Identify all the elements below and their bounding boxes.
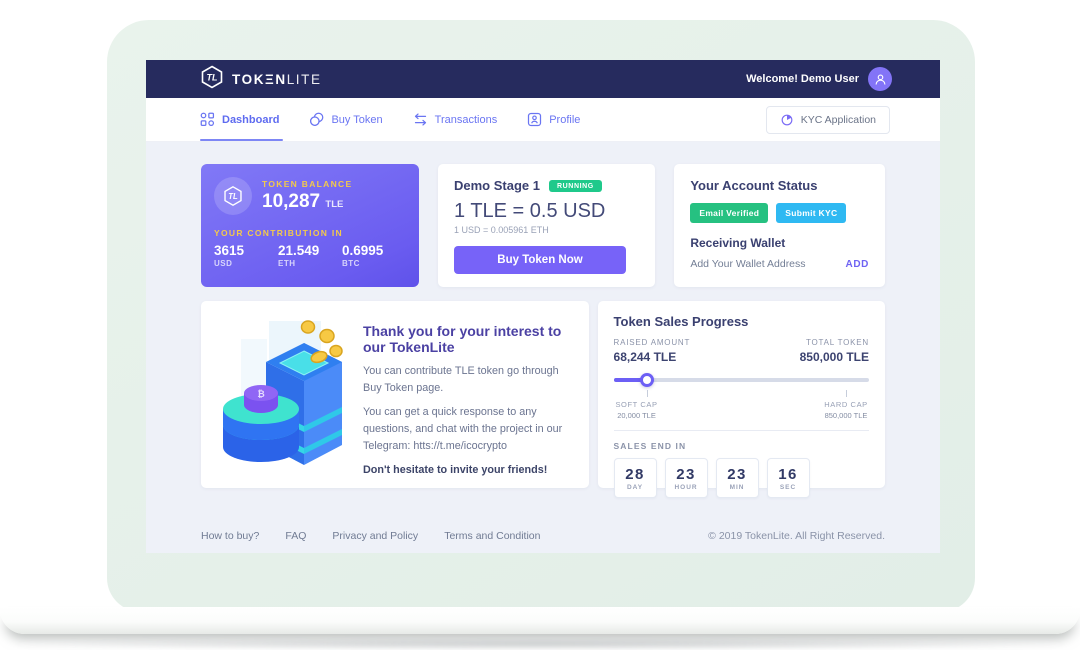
running-status-badge: RUNNING: [549, 180, 602, 192]
usd-eth-rate: 1 USD = 0.005961 ETH: [454, 225, 639, 235]
contribution-btc: 0.6995 BTC: [342, 243, 406, 268]
soft-cap-labels: SOFT CAP 20,000 TLE: [597, 400, 677, 420]
token-hexagon-icon: TL: [214, 177, 252, 215]
footer-link-terms[interactable]: Terms and Condition: [444, 530, 540, 542]
raised-amount-block: RAISED AMOUNT 68,244 TLE: [614, 338, 691, 364]
nav-label: Transactions: [435, 114, 498, 126]
sale-stage-card: Demo Stage 1 RUNNING 1 TLE = 0.5 USD 1 U…: [438, 164, 655, 287]
hard-cap-tick: [846, 390, 847, 397]
total-token-block: TOTAL TOKEN 850,000 TLE: [800, 338, 869, 364]
svg-text:TL: TL: [228, 192, 238, 201]
token-sales-progress-card: Token Sales Progress RAISED AMOUNT 68,24…: [598, 301, 885, 488]
nav-label: Dashboard: [222, 114, 279, 126]
svg-text:₿: ₿: [257, 389, 264, 400]
hard-cap-labels: HARD CAP 850,000 TLE: [806, 400, 886, 420]
footer-link-faq[interactable]: FAQ: [285, 530, 306, 542]
thanks-paragraph-1: You can contribute TLE token go through …: [363, 363, 571, 396]
soft-cap-tick: [647, 390, 648, 397]
nav-item-buy-token[interactable]: Buy Token: [309, 112, 382, 127]
account-status-card: Your Account Status Email Verified Submi…: [674, 164, 885, 287]
nav-item-transactions[interactable]: Transactions: [413, 112, 498, 127]
svg-text:TL: TL: [207, 72, 218, 82]
kyc-pie-icon: [780, 113, 794, 127]
countdown-hour: 23 HOUR: [665, 458, 708, 498]
laptop-base: [0, 607, 1080, 634]
submit-kyc-badge[interactable]: Submit KYC: [776, 203, 846, 223]
main-nav: Dashboard Buy Token Transactions Profi: [146, 98, 940, 142]
transfer-arrows-icon: [413, 112, 428, 127]
receiving-wallet-title: Receiving Wallet: [690, 236, 869, 250]
brand-name: TOKΞNLITE: [232, 72, 322, 87]
user-area[interactable]: Welcome! Demo User: [746, 67, 892, 91]
token-rate: 1 TLE = 0.5 USD: [454, 200, 639, 223]
buy-token-now-button[interactable]: Buy Token Now: [454, 246, 626, 274]
dashboard-grid-icon: [200, 112, 215, 127]
countdown-day: 28 DAY: [614, 458, 657, 498]
add-wallet-link[interactable]: ADD: [846, 259, 869, 270]
nav-item-profile[interactable]: Profile: [527, 112, 580, 127]
thanks-title: Thank you for your interest to our Token…: [363, 323, 571, 355]
contribution-row: 3615 USD 21.549 ETH 0.6995 BTC: [214, 243, 406, 268]
coins-illustration: ₿: [207, 313, 359, 476]
token-balance-card: TL TOKEN BALANCE 10,287 TLE YOUR CONTRIB…: [201, 164, 419, 287]
invite-friends-note: Don't hesitate to invite your friends!: [363, 464, 571, 476]
sales-end-label: SALES END IN: [614, 441, 869, 451]
wallet-address-hint: Add Your Wallet Address: [690, 258, 805, 270]
footer-link-privacy[interactable]: Privacy and Policy: [332, 530, 418, 542]
stage-title: Demo Stage 1: [454, 178, 540, 193]
progress-title: Token Sales Progress: [614, 314, 869, 329]
welcome-text: Welcome! Demo User: [746, 73, 859, 85]
bottom-cards-row: ₿ Thank you for your interest to our Tok…: [201, 301, 885, 488]
kyc-application-button[interactable]: KYC Application: [766, 106, 890, 134]
thanks-paragraph-2: You can get a quick response to any ques…: [363, 404, 571, 454]
dashboard-body: TL TOKEN BALANCE 10,287 TLE YOUR CONTRIB…: [146, 142, 940, 542]
contribution-label: YOUR CONTRIBUTION IN: [214, 228, 406, 238]
brand-logo[interactable]: TL TOKΞNLITE: [200, 65, 322, 94]
app-footer: How to buy? FAQ Privacy and Policy Terms…: [201, 530, 885, 542]
token-balance-amount: 10,287 TLE: [262, 191, 352, 213]
sales-progress-slider: SOFT CAP 20,000 TLE HARD CAP 850,000 TLE: [614, 373, 869, 417]
countdown: 28 DAY 23 HOUR 23 MIN 16 SEC: [614, 458, 869, 498]
thank-you-card: ₿ Thank you for your interest to our Tok…: [201, 301, 589, 488]
token-balance-label: TOKEN BALANCE: [262, 179, 352, 189]
profile-card-icon: [527, 112, 542, 127]
nav-label: Buy Token: [331, 114, 382, 126]
tokenlite-app-window: TL TOKΞNLITE Welcome! Demo User: [146, 60, 940, 553]
slider-knob[interactable]: [640, 373, 654, 387]
kyc-button-label: KYC Application: [801, 114, 876, 126]
nav-item-dashboard[interactable]: Dashboard: [200, 112, 279, 127]
copyright-text: © 2019 TokenLite. All Right Reserved.: [708, 530, 885, 542]
contribution-eth: 21.549 ETH: [278, 243, 342, 268]
countdown-min: 23 MIN: [716, 458, 759, 498]
divider: [614, 430, 869, 431]
footer-link-how-to-buy[interactable]: How to buy?: [201, 530, 259, 542]
avatar[interactable]: [868, 67, 892, 91]
coin-icon: [309, 112, 324, 127]
nav-label: Profile: [549, 114, 580, 126]
tokenlite-hexagon-logo-icon: TL: [200, 65, 224, 94]
countdown-sec: 16 SEC: [767, 458, 810, 498]
contribution-usd: 3615 USD: [214, 243, 278, 268]
app-header: TL TOKΞNLITE Welcome! Demo User: [146, 60, 940, 98]
email-verified-badge: Email Verified: [690, 203, 768, 223]
top-cards-row: TL TOKEN BALANCE 10,287 TLE YOUR CONTRIB…: [201, 164, 885, 287]
laptop-shadow: [14, 638, 1066, 650]
user-icon: [873, 72, 888, 87]
account-status-title: Your Account Status: [690, 178, 869, 193]
